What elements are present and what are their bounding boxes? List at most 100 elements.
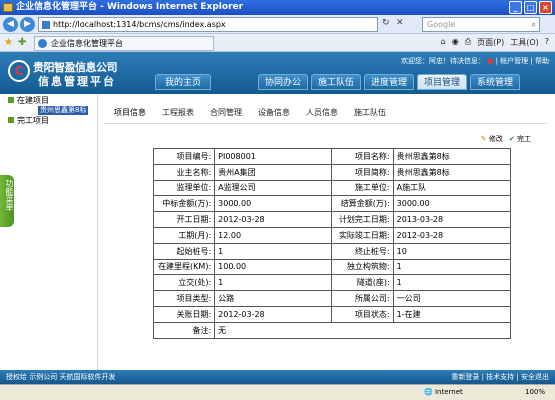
folder-icon <box>8 97 14 103</box>
complete-button[interactable]: ✔ 完工 <box>509 134 531 144</box>
nav-teams[interactable]: 施工队伍 <box>311 74 361 90</box>
tab-project-info[interactable]: 项目信息 <box>114 107 146 118</box>
home-icon[interactable]: ⌂ <box>441 37 446 48</box>
favorites-star-icon[interactable]: ★ <box>4 37 13 48</box>
back-icon[interactable]: ◀ <box>3 17 18 32</box>
field-value: 2012-03-28 <box>214 211 333 228</box>
field-value: 2012-03-28 <box>214 305 333 323</box>
table-row: 项目编号: PI008001 项目名称: 贵州思鑫第8标 <box>152 148 512 165</box>
help-link[interactable]: 帮助 <box>535 57 549 65</box>
table-row: 立交(处): 1 隧道(座): 1 <box>152 274 512 292</box>
field-label: 业主名称: <box>152 163 216 181</box>
page-icon <box>42 21 50 29</box>
search-input[interactable]: Google ⌕ <box>422 17 540 32</box>
table-row: 项目类型: 公路 所属公司: 一公司 <box>152 290 512 307</box>
print-icon[interactable]: ⎙ <box>465 37 471 48</box>
browser-status-bar: 🌐 Internet 100% <box>0 384 555 400</box>
zoom-control[interactable]: 100% <box>525 385 545 400</box>
sidebar-subitem-selected[interactable]: 贵州思鑫第8标 <box>38 106 89 115</box>
footer-copyright: 授权给 示例公司 天航国际软件开发 <box>6 373 116 381</box>
minimize-button[interactable]: _ <box>509 1 522 14</box>
tab-contracts[interactable]: 合同管理 <box>210 107 242 118</box>
zone-indicator: 🌐 Internet <box>424 388 463 396</box>
field-value: A施工队 <box>392 179 512 197</box>
app-header: C 贵阳智盈信息公司 信息管理平台 欢迎您：阿忠！待决信息： ● | 帐户管理 … <box>0 52 555 94</box>
table-row: 关账日期: 2012-03-28 项目状态: 1-在建 <box>152 305 512 323</box>
field-value: 10 <box>392 242 512 260</box>
field-value: 1 <box>214 274 333 292</box>
function-menu-tab[interactable]: 功能菜单 <box>0 175 14 227</box>
help-menu[interactable]: ? <box>545 37 549 48</box>
field-value: 3000.00 <box>392 195 512 213</box>
sidebar-item-completed-projects[interactable]: 完工项目 <box>8 116 49 126</box>
forward-icon[interactable]: ▶ <box>20 17 35 32</box>
field-value: 公路 <box>214 290 333 307</box>
complete-label: 完工 <box>517 135 531 143</box>
tab-ie-icon <box>38 39 47 48</box>
address-bar: ◀ ▶ http://localhost:1314/bcms/cms/index… <box>0 15 555 34</box>
nav-office[interactable]: 协同办公 <box>258 74 308 90</box>
tab-personnel[interactable]: 人员信息 <box>306 107 338 118</box>
window-controls: _ □ × <box>509 1 552 14</box>
tools-menu[interactable]: 工具(O) <box>510 37 539 48</box>
sidebar: 在建项目 完工项目 <box>0 94 98 370</box>
nav-progress[interactable]: 进度管理 <box>364 74 414 90</box>
stop-icon[interactable]: ✕ <box>396 18 404 28</box>
field-value: 贵州思鑫第8标 <box>392 163 512 181</box>
browser-tab[interactable]: 企业信息化管理平台 <box>34 36 214 51</box>
field-label: 关账日期: <box>152 305 216 323</box>
url-input[interactable]: http://localhost:1314/bcms/cms/index.asp… <box>38 17 378 32</box>
notes-label: 备注: <box>152 321 216 339</box>
action-bar: ✎ 修改 ✔ 完工 <box>481 134 531 144</box>
table-row: 业主名称: 贵州A集团 项目简称: 贵州思鑫第8标 <box>152 163 512 181</box>
tab-crews[interactable]: 施工队伍 <box>354 107 386 118</box>
field-label: 监理单位: <box>152 179 216 197</box>
tab-reports[interactable]: 工程报表 <box>162 107 194 118</box>
field-label: 立交(处): <box>152 274 216 292</box>
edit-label: 修改 <box>488 135 503 143</box>
feed-icon[interactable]: ◉ <box>452 37 459 48</box>
nav-projects[interactable]: 项目管理 <box>417 74 467 90</box>
main-nav: 我的主页 协同办公 施工队伍 进度管理 项目管理 系统管理 <box>0 74 555 92</box>
sidebar-item-active-projects[interactable]: 在建项目 <box>8 96 49 106</box>
field-label: 中标金额(万): <box>152 195 216 213</box>
maximize-button[interactable]: □ <box>524 1 537 14</box>
edit-button[interactable]: ✎ 修改 <box>481 134 503 144</box>
field-label: 项目状态: <box>331 305 394 323</box>
field-label: 隧道(座): <box>331 274 394 292</box>
field-value: 2013-03-28 <box>392 211 512 228</box>
app-footer: 授权给 示例公司 天航国际软件开发 重新登录 | 技术支持 | 安全退出 <box>0 370 555 384</box>
command-bar: ⌂ ◉ ⎙ 页面(P) 工具(O) ? <box>441 37 549 48</box>
table-row: 起始桩号: 1 终止桩号: 10 <box>152 242 512 260</box>
field-label: 施工单位: <box>331 179 394 197</box>
refresh-icon[interactable]: ↻ <box>382 18 390 28</box>
search-icon[interactable]: ⌕ <box>532 18 536 31</box>
close-button[interactable]: × <box>539 1 552 14</box>
field-value: PI008001 <box>214 148 333 165</box>
tab-equipment[interactable]: 设备信息 <box>258 107 290 118</box>
page-menu[interactable]: 页面(P) <box>477 37 504 48</box>
field-label: 实际竣工日期: <box>331 226 394 244</box>
table-row-notes: 备注: 无 <box>152 321 511 339</box>
zone-label: Internet <box>434 388 463 396</box>
footer-links[interactable]: 重新登录 | 技术支持 | 安全退出 <box>451 370 549 384</box>
search-placeholder: Google <box>427 20 456 29</box>
field-value: 一公司 <box>392 290 512 307</box>
table-row: 监理单位: A监理公司 施工单位: A施工队 <box>152 179 512 197</box>
field-label: 计划完工日期: <box>331 211 394 228</box>
field-value: 1 <box>392 274 512 292</box>
ie-app-icon <box>3 3 13 12</box>
welcome-bar: 欢迎您：阿忠！待决信息： ● | 帐户管理 | 帮助 <box>401 57 549 65</box>
alert-icon[interactable]: ● <box>487 57 493 65</box>
field-label: 在建里程(KM): <box>152 258 216 276</box>
field-value: 贵州思鑫第8标 <box>392 148 512 165</box>
add-favorite-icon[interactable]: ✚ <box>18 37 26 48</box>
nav-system[interactable]: 系统管理 <box>470 74 520 90</box>
tab-title: 企业信息化管理平台 <box>51 39 123 48</box>
field-label: 项目类型: <box>152 290 216 307</box>
nav-home[interactable]: 我的主页 <box>155 74 211 90</box>
tab-bar: ★ ✚ 企业信息化管理平台 ⌂ ◉ ⎙ 页面(P) 工具(O) ? <box>0 34 555 52</box>
folder-icon <box>8 117 14 123</box>
field-label: 项目简称: <box>331 163 394 181</box>
account-link[interactable]: 帐户管理 <box>500 57 528 65</box>
